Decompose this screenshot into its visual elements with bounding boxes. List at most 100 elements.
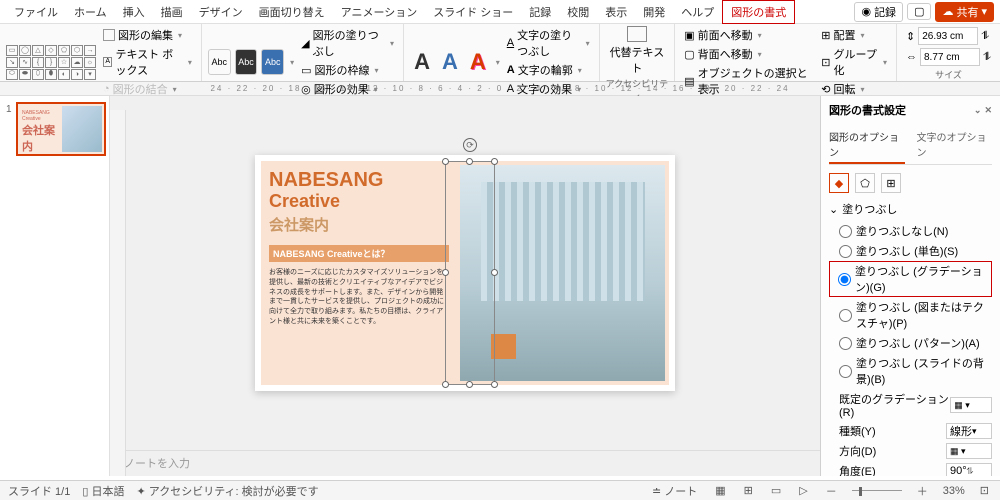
pane-icon-size[interactable]: ⊞ xyxy=(881,173,901,193)
tab-animations[interactable]: アニメーション xyxy=(333,1,426,23)
fill-solid-radio[interactable]: 塗りつぶし (単色)(S) xyxy=(829,241,992,261)
resize-handle-ne[interactable] xyxy=(491,158,498,165)
pane-tab-shape-options[interactable]: 図形のオプション xyxy=(829,126,905,164)
gradient-direction-picker[interactable]: ▦ ▾ xyxy=(946,443,992,459)
slide[interactable]: NABESANG Creative 会社案内 NABESANG Creative… xyxy=(255,155,675,391)
tab-view[interactable]: 表示 xyxy=(597,1,635,23)
tab-insert[interactable]: 挿入 xyxy=(115,1,153,23)
style-preset-1[interactable]: Abc xyxy=(208,49,231,75)
fill-section-header[interactable]: ⌄ 塗りつぶし xyxy=(829,201,992,217)
resize-handle-nw[interactable] xyxy=(442,158,449,165)
tab-design[interactable]: デザイン xyxy=(191,1,251,23)
resize-handle-e[interactable] xyxy=(491,269,498,276)
shapes-gallery[interactable]: ▭◯△◇⬠⬡→ ↘∿{}☆☁☼ ⬭⬬⬯⬮◐◑▾ xyxy=(6,45,96,80)
shape-fill-menu[interactable]: ◢ 図形の塗りつぶし▾ xyxy=(298,26,397,60)
view-normal-icon[interactable]: ▦ xyxy=(712,484,728,497)
shape-outline-menu[interactable]: ▭ 図形の枠線▾ xyxy=(298,61,397,79)
style-preset-3[interactable]: Abc xyxy=(261,49,284,75)
record-button[interactable]: ◉ 記録 xyxy=(854,2,903,22)
style-gallery-more[interactable]: ▾ xyxy=(290,58,294,67)
gradient-type-select[interactable]: 線形 ▾ xyxy=(946,423,992,439)
view-slideshow-icon[interactable]: ▷ xyxy=(796,484,810,497)
status-notes-toggle[interactable]: ≐ ノート xyxy=(649,483,700,499)
tab-home[interactable]: ホーム xyxy=(66,1,115,23)
alt-text-button[interactable]: 代替テキスト xyxy=(606,26,669,76)
zoom-slider[interactable] xyxy=(852,490,902,491)
resize-handle-se[interactable] xyxy=(491,381,498,388)
pane-icon-fill[interactable]: ◆ xyxy=(829,173,849,193)
status-accessibility[interactable]: ✦ アクセシビリティ: 検討が必要です xyxy=(136,483,318,499)
view-sorter-icon[interactable]: ⊞ xyxy=(741,484,756,497)
group-label: グループ化 xyxy=(834,46,878,78)
slide-stage[interactable]: NABESANG Creative 会社案内 NABESANG Creative… xyxy=(110,96,820,450)
zoom-out-button[interactable]: － xyxy=(823,483,840,499)
tab-draw[interactable]: 描画 xyxy=(153,1,191,23)
gradient-angle-field[interactable]: 90° ⥮ xyxy=(946,463,992,476)
pane-icon-effects[interactable]: ⬠ xyxy=(855,173,875,193)
ribbon-group-accessibility: 代替テキスト アクセシビリティ xyxy=(600,24,676,81)
resize-handle-s[interactable] xyxy=(466,381,473,388)
pane-tab-text-options[interactable]: 文字のオプション xyxy=(917,126,993,164)
status-notes-label: ノート xyxy=(664,486,697,498)
ribbon-group-wordart: A A A ▾ A 文字の塗りつぶし▾ A 文字の輪郭▾ A 文字の効果▾ ワー… xyxy=(404,24,600,81)
bring-forward-menu[interactable]: ▣ 前面へ移動▾ xyxy=(681,26,814,44)
fill-solid-label: 塗りつぶし (単色)(S) xyxy=(856,243,958,259)
align-menu[interactable]: ⊞ 配置▾ xyxy=(818,26,890,44)
text-fill-menu[interactable]: A 文字の塗りつぶし▾ xyxy=(504,26,593,60)
resize-handle-sw[interactable] xyxy=(442,381,449,388)
group-menu[interactable]: ⊡ グループ化▾ xyxy=(818,45,890,79)
tab-transitions[interactable]: 画面切り替え xyxy=(251,1,333,23)
wordart-preset-1[interactable]: A xyxy=(410,49,434,75)
tab-file[interactable]: ファイル xyxy=(6,1,66,23)
tab-developer[interactable]: 開発 xyxy=(635,1,673,23)
fill-none-radio[interactable]: 塗りつぶしなし(N) xyxy=(829,221,992,241)
tab-slideshow[interactable]: スライド ショー xyxy=(425,1,521,23)
slide-thumbnail-1[interactable]: NABESANGCreative会社案内 xyxy=(16,102,106,156)
tab-review[interactable]: 校閲 xyxy=(559,1,597,23)
resize-handle-n[interactable] xyxy=(466,158,473,165)
zoom-level[interactable]: 33% xyxy=(943,485,965,497)
fill-gradient-radio[interactable]: 塗りつぶし (グラデーション)(G) xyxy=(829,261,992,297)
fit-to-window-button[interactable]: ⊡ xyxy=(977,484,992,497)
height-value: 26.93 cm xyxy=(918,27,978,45)
pane-options-icon[interactable]: ⌄ xyxy=(974,105,982,115)
notes-pane[interactable]: ノートを入力 xyxy=(110,450,820,476)
height-field[interactable]: ⇕ 26.93 cm ⥮ xyxy=(903,26,994,46)
bring-forward-label: 前面へ移動 xyxy=(698,27,753,43)
selected-shape[interactable]: ⟳ xyxy=(445,161,495,385)
tab-record[interactable]: 記録 xyxy=(521,1,559,23)
wordart-preset-3[interactable]: A xyxy=(466,49,490,75)
slide-thumbnails-pane[interactable]: NABESANGCreative会社案内 xyxy=(0,96,110,476)
fill-slidebg-radio[interactable]: 塗りつぶし (スライドの背景)(B) xyxy=(829,353,992,389)
share-button[interactable]: ☁ 共有 ▾ xyxy=(935,2,994,22)
text-outline-menu[interactable]: A 文字の輪郭▾ xyxy=(504,61,593,79)
fill-gradient-label: 塗りつぶし (グラデーション)(G) xyxy=(855,263,988,295)
tab-shape-format[interactable]: 図形の書式 xyxy=(722,0,795,24)
view-reading-icon[interactable]: ▭ xyxy=(768,484,784,497)
fill-picture-radio[interactable]: 塗りつぶし (図またはテクスチャ)(P) xyxy=(829,297,992,333)
rotate-handle-icon[interactable]: ⟳ xyxy=(463,138,477,152)
alt-text-label: 代替テキスト xyxy=(610,47,665,75)
fill-pattern-radio[interactable]: 塗りつぶし (パターン)(A) xyxy=(829,333,992,353)
present-button[interactable]: ▢ xyxy=(907,3,931,20)
style-preset-2[interactable]: Abc xyxy=(235,49,258,75)
wordart-gallery-more[interactable]: ▾ xyxy=(496,58,500,67)
wordart-preset-2[interactable]: A xyxy=(438,49,462,75)
textbox-menu[interactable]: Aテキスト ボックス▾ xyxy=(100,45,195,79)
preset-gradient-picker[interactable]: ▦ ▾ xyxy=(950,397,992,413)
zoom-in-button[interactable]: ＋ xyxy=(914,483,931,499)
tab-help[interactable]: ヘルプ xyxy=(673,1,722,23)
ribbon-group-size: ⇕ 26.93 cm ⥮ ⇔ 8.77 cm ⥮ サイズ xyxy=(897,24,1000,81)
pane-close-icon[interactable]: ✕ xyxy=(984,105,992,115)
gradient-angle-value: 90° xyxy=(950,465,967,476)
status-slide-count: スライド 1/1 xyxy=(8,483,70,499)
send-backward-menu[interactable]: ▢ 背面へ移動▾ xyxy=(681,45,814,63)
merge-label: 図形の結合 xyxy=(113,81,168,97)
resize-handle-w[interactable] xyxy=(442,269,449,276)
edit-shape-menu[interactable]: 図形の編集▾ xyxy=(100,26,195,44)
status-language[interactable]: ▯ 日本語 xyxy=(82,483,124,499)
align-label: 配置 xyxy=(834,27,856,43)
gradient-direction-label: 方向(D) xyxy=(839,443,876,459)
width-field[interactable]: ⇔ 8.77 cm ⥮ xyxy=(903,47,994,67)
fill-pattern-label: 塗りつぶし (パターン)(A) xyxy=(856,335,980,351)
